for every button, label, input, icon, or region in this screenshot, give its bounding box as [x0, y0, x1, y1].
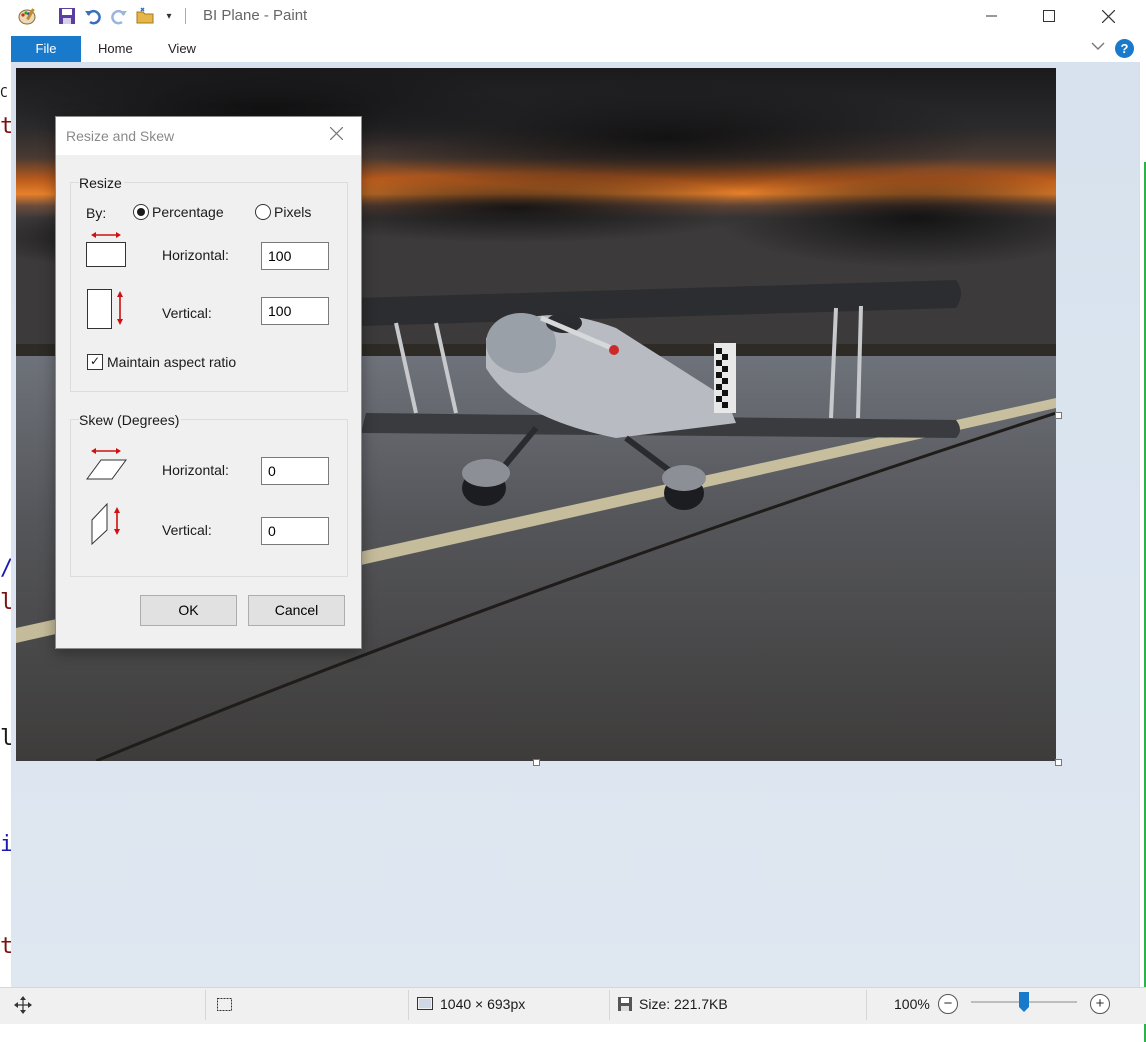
zoom-level: 100% [894, 996, 930, 1012]
resize-horizontal-label: Horizontal: [162, 247, 229, 263]
skew-horizontal-label: Horizontal: [162, 462, 229, 478]
skew-vertical-label: Vertical: [162, 522, 212, 538]
undo-icon[interactable] [83, 6, 103, 26]
by-label: By: [86, 205, 107, 221]
resize-horizontal-input[interactable] [261, 242, 329, 270]
title-bar: ▾ BI Plane - Paint [11, 0, 1146, 32]
folder-icon[interactable] [135, 6, 155, 26]
ok-button[interactable]: OK [140, 595, 237, 626]
tab-file[interactable]: File [11, 36, 81, 62]
skew-vertical-input[interactable] [261, 517, 329, 545]
background-window-strip-right [1139, 62, 1146, 1042]
dimensions-text: 1040 × 693px [440, 996, 526, 1012]
skew-horizontal-input[interactable] [261, 457, 329, 485]
maintain-aspect-label[interactable]: Maintain aspect ratio [107, 354, 236, 370]
paint-app-icon[interactable] [17, 6, 37, 26]
dialog-title: Resize and Skew [66, 128, 175, 144]
save-icon[interactable] [57, 6, 77, 26]
bg-char: C [0, 86, 8, 101]
resize-group-label: Resize [79, 175, 124, 191]
cancel-button[interactable]: Cancel [248, 595, 345, 626]
redo-icon[interactable] [109, 6, 129, 26]
image-dimensions: 1040 × 693px [416, 996, 525, 1012]
collapse-ribbon-chevron-icon[interactable] [1091, 38, 1105, 54]
resize-skew-dialog: Resize and Skew Resize By: Percentage Pi… [55, 116, 362, 649]
minimize-button[interactable] [969, 0, 1015, 32]
ribbon: File Home View ? [11, 32, 1139, 63]
resize-vertical-icon [86, 287, 128, 334]
percentage-radio[interactable] [133, 204, 149, 220]
skew-horizontal-icon [85, 446, 129, 485]
resize-vertical-input[interactable] [261, 297, 329, 325]
resize-handle-bottom[interactable] [533, 759, 540, 766]
pixels-radio[interactable] [255, 204, 271, 220]
dialog-close-button[interactable] [329, 124, 344, 145]
dialog-title-bar: Resize and Skew [56, 117, 361, 155]
zoom-out-button[interactable]: − [938, 994, 958, 1014]
skew-vertical-icon [89, 502, 129, 549]
file-size: Size: 221.7KB [617, 996, 728, 1012]
percentage-label[interactable]: Percentage [152, 204, 224, 220]
window-title: BI Plane - Paint [203, 7, 308, 24]
skew-group [70, 419, 348, 577]
background-window-strip: C t / l l i t [0, 62, 13, 987]
image-size-icon [417, 997, 433, 1010]
skew-group-label: Skew (Degrees) [79, 412, 182, 428]
customize-toolbar-chevron-icon[interactable]: ▾ [159, 6, 179, 26]
selection-size-icon [215, 996, 233, 1012]
zoom-in-button[interactable]: + [1090, 994, 1110, 1014]
close-button[interactable] [1085, 0, 1131, 32]
file-size-text: Size: 221.7KB [639, 996, 728, 1012]
resize-vertical-label: Vertical: [162, 305, 212, 321]
pixels-label[interactable]: Pixels [274, 204, 311, 220]
disk-icon [618, 997, 632, 1011]
cursor-position-icon [14, 996, 32, 1014]
maximize-button[interactable] [1026, 0, 1072, 32]
zoom-slider-thumb[interactable] [1018, 991, 1030, 1013]
maintain-aspect-checkbox[interactable]: ✓ [87, 354, 103, 370]
resize-handle-right[interactable] [1055, 412, 1062, 419]
tab-home[interactable]: Home [98, 36, 133, 62]
help-button[interactable]: ? [1115, 39, 1134, 58]
resize-horizontal-icon [85, 229, 127, 272]
resize-handle-corner[interactable] [1055, 759, 1062, 766]
status-bar: 1040 × 693px Size: 221.7KB 100% − + [0, 987, 1146, 1024]
tab-view[interactable]: View [168, 36, 196, 62]
